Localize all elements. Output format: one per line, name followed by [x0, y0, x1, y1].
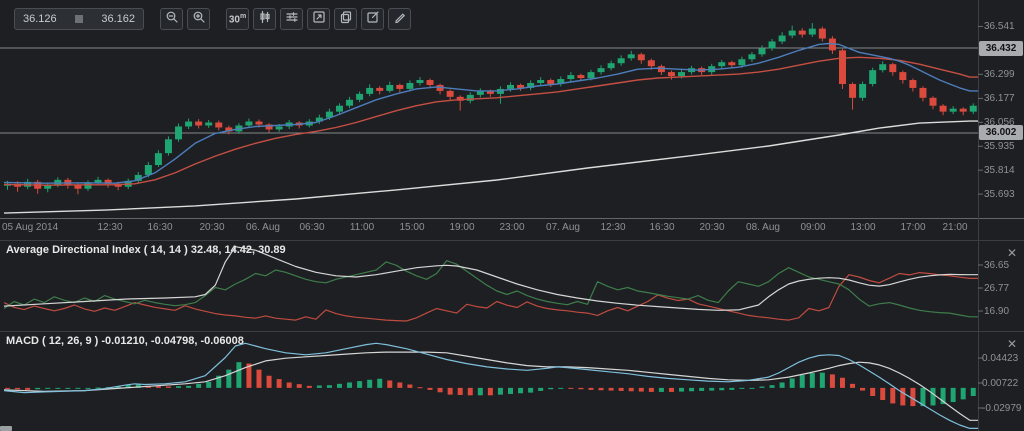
adx-axis-label: 26.77: [984, 283, 1009, 294]
chart-style-button[interactable]: [253, 8, 276, 30]
macd-axis-label: -0.02979: [982, 403, 1021, 414]
close-icon: ✕: [1007, 246, 1017, 260]
price-axis-label: 35.693: [984, 189, 1015, 200]
candlestick-style-icon: [258, 10, 272, 29]
zoom-in-button[interactable]: [187, 8, 210, 30]
adx-axis-label: 16.90: [984, 306, 1009, 317]
time-axis-label: 07. Aug: [546, 222, 580, 233]
adx-title: Average Directional Index ( 14, 14 ): [6, 244, 188, 256]
bid-ask-display[interactable]: 36.126 36.162: [14, 8, 144, 30]
time-axis-label: 23:00: [499, 222, 524, 233]
macd-close-button[interactable]: ✕: [1005, 337, 1019, 351]
time-axis-label: 15:00: [399, 222, 424, 233]
zoom-in-icon: [192, 10, 206, 29]
time-axis-label: 11:00: [350, 222, 374, 233]
candlestick-series: [4, 23, 977, 194]
adx-close-button[interactable]: ✕: [1005, 246, 1019, 260]
time-axis-label: 20:30: [199, 222, 224, 233]
ask-price[interactable]: 36.162: [101, 13, 135, 25]
toolbar: 36.126 36.162 30m: [14, 8, 411, 30]
macd-panel-header: MACD ( 12, 26, 9 ) -0.01210, -0.04798, -…: [6, 335, 244, 347]
timeframe-label: 30m: [229, 13, 246, 25]
scroll-corner-tab[interactable]: [0, 426, 12, 431]
time-axis-label: 20:30: [699, 222, 724, 233]
time-axis-label: 21:00: [942, 222, 967, 233]
spread-indicator-icon: [75, 15, 83, 23]
time-axis-label: 16:30: [649, 222, 674, 233]
edit-note-icon: [366, 10, 380, 29]
adx-panel-header: Average Directional Index ( 14, 14 ) 32.…: [6, 244, 286, 256]
trading-chart-screen: 36.126 36.162 30m A: [0, 0, 1024, 431]
time-axis-label: 06:30: [299, 222, 324, 233]
zoom-out-icon: [165, 10, 179, 29]
duplicate-button[interactable]: [334, 8, 357, 30]
time-axis-label: 06. Aug: [246, 222, 280, 233]
ma-overlays: [4, 44, 978, 186]
time-axis-label: 09:00: [800, 222, 825, 233]
notes-button[interactable]: [361, 8, 384, 30]
price-axis-label: 35.935: [984, 141, 1015, 152]
time-axis-label: 19:00: [449, 222, 474, 233]
time-axis-label: 05 Aug 2014: [2, 222, 58, 233]
time-axis-label: 13:00: [850, 222, 875, 233]
time-axis-label: 08. Aug: [746, 222, 780, 233]
macd-axis-label: 0.00722: [982, 378, 1018, 389]
time-axis-label: 12:30: [600, 222, 625, 233]
price-axis-label: 36.177: [984, 93, 1015, 104]
zoom-out-button[interactable]: [160, 8, 183, 30]
draw-pencil-icon: [393, 10, 407, 29]
adx-series: [4, 247, 978, 321]
draw-button[interactable]: [388, 8, 411, 30]
timeframe-button[interactable]: 30m: [226, 8, 249, 30]
indicators-button[interactable]: [280, 8, 303, 30]
price-axis-label: 36.541: [984, 21, 1015, 32]
time-axis-label: 16:30: [147, 222, 172, 233]
panel-borders: [0, 0, 1024, 431]
indicator-settings-icon: [285, 10, 299, 29]
macd-values: -0.01210, -0.04798, -0.06008: [101, 335, 244, 347]
price-line-badge: 36.432: [979, 41, 1023, 56]
duplicate-icon: [339, 10, 353, 29]
price-axis-label: 35.814: [984, 165, 1015, 176]
expand-chart-button[interactable]: [307, 8, 330, 30]
chart-canvas[interactable]: [0, 0, 1024, 431]
time-axis-label: 12:30: [97, 222, 122, 233]
expand-chart-icon: [312, 10, 326, 29]
macd-title: MACD ( 12, 26, 9 ): [6, 335, 98, 347]
macd-axis-label: 0.04423: [982, 353, 1018, 364]
adx-values: 32.48, 14.42, 30.89: [191, 244, 286, 256]
adx-axis-label: 36.65: [984, 260, 1009, 271]
time-axis-label: 17:00: [900, 222, 925, 233]
price-axis-label: 36.299: [984, 69, 1015, 80]
price-line-badge: 36.002: [979, 125, 1023, 140]
close-icon: ✕: [1007, 337, 1017, 351]
bid-price[interactable]: 36.126: [23, 13, 57, 25]
